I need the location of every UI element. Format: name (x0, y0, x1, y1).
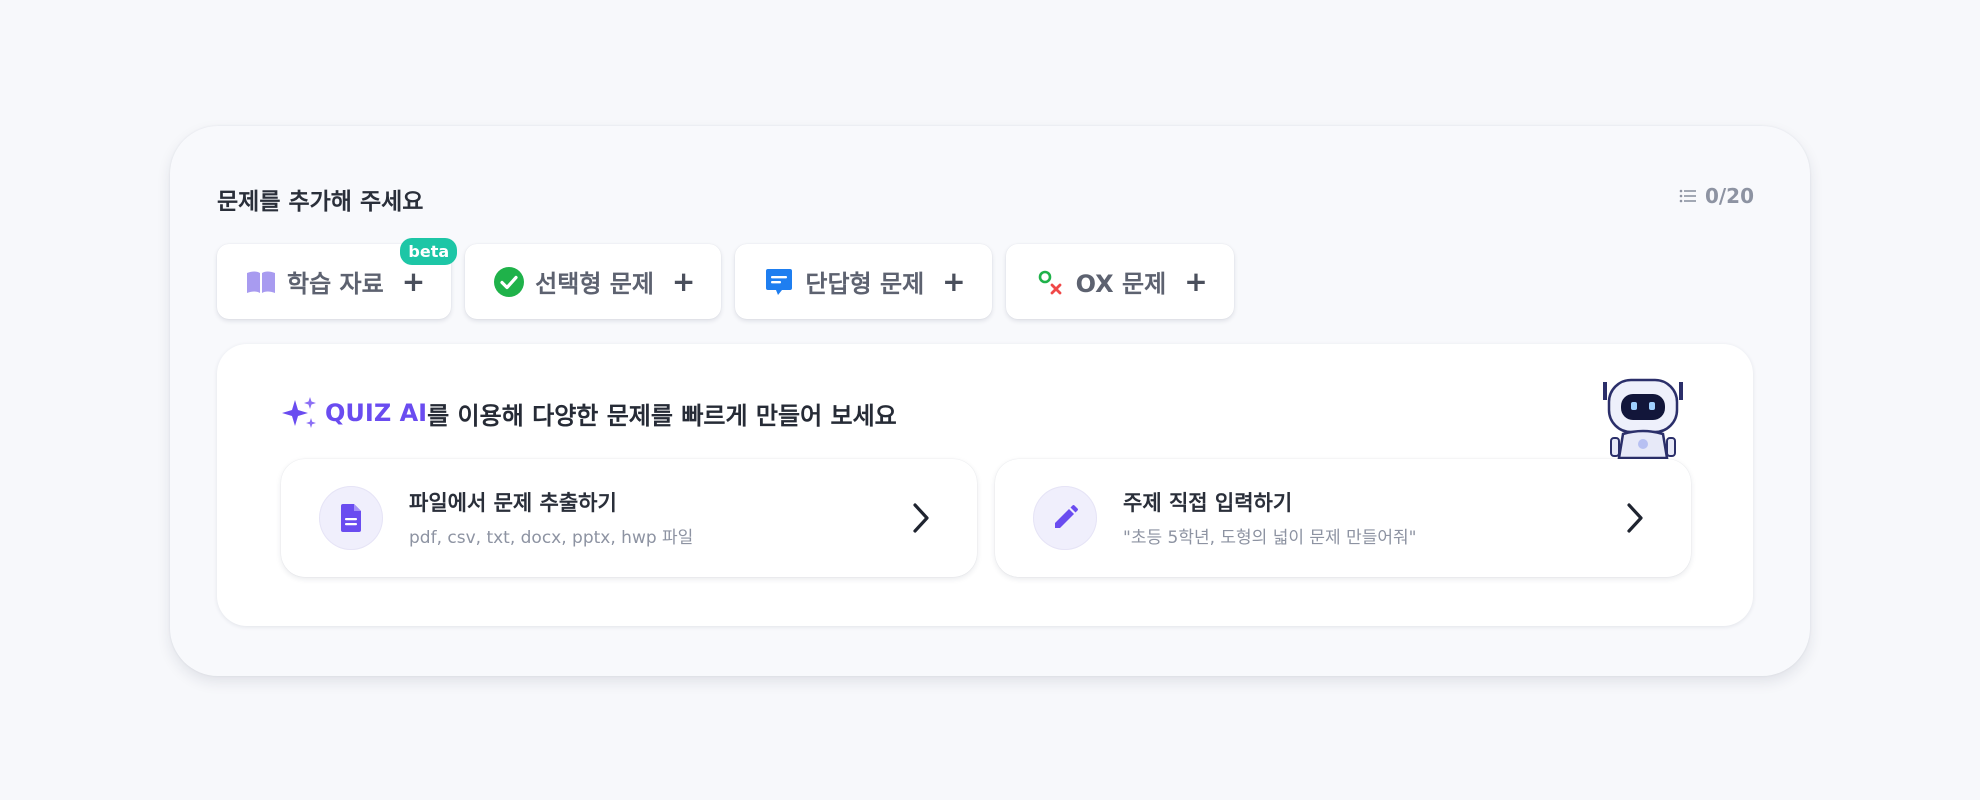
ox-question-label: OX 문제 (1075, 270, 1167, 298)
topic-option-title: 주제 직접 입력하기 (1123, 491, 1293, 515)
plus-icon: + (942, 265, 966, 298)
extract-option-description: pdf, csv, txt, docx, pptx, hwp 파일 (409, 528, 694, 548)
question-type-bar: 학습 자료 + beta 선택형 문제 + 단답형 문제 + OX 문제 + (217, 238, 1234, 319)
beta-badge: beta (400, 238, 458, 265)
enter-topic-option[interactable]: 주제 직접 입력하기 "초등 5학년, 도형의 넓이 문제 만들어줘" (995, 459, 1691, 577)
question-counter: 0/20 (1679, 184, 1754, 208)
add-study-material-button[interactable]: 학습 자료 + beta (217, 238, 458, 319)
quiz-ai-panel: QUIZ AI 를 이용해 다양한 문제를 빠르게 만들어 보세요 파일에서 문… (217, 344, 1753, 626)
check-circle-icon (493, 266, 525, 298)
list-icon (1679, 189, 1696, 203)
add-ox-question-button[interactable]: OX 문제 + (1005, 244, 1234, 319)
pencil-icon (1033, 486, 1097, 550)
extract-from-file-option[interactable]: 파일에서 문제 추출하기 pdf, csv, txt, docx, pptx, … (281, 459, 977, 577)
chevron-right-icon (913, 503, 929, 533)
quiz-ai-brand: QUIZ AI (325, 399, 428, 427)
topic-option-description: "초등 5학년, 도형의 넓이 문제 만들어줘" (1123, 528, 1417, 548)
short-answer-label: 단답형 문제 (805, 270, 925, 298)
extract-option-title: 파일에서 문제 추출하기 (409, 491, 617, 515)
ai-headline: QUIZ AI 를 이용해 다양한 문제를 빠르게 만들어 보세요 (281, 394, 897, 432)
add-short-answer-button[interactable]: 단답형 문제 + (735, 244, 992, 319)
add-multiple-choice-button[interactable]: 선택형 문제 + (465, 244, 722, 319)
study-material-label: 학습 자료 (287, 270, 384, 298)
document-icon (319, 486, 383, 550)
page-title: 문제를 추가해 주세요 (217, 189, 424, 215)
sparkle-icon (282, 397, 316, 428)
chevron-right-icon (1627, 503, 1643, 533)
robot-mascot-icon (1603, 378, 1683, 460)
book-icon (245, 266, 277, 298)
multiple-choice-label: 선택형 문제 (535, 270, 654, 298)
plus-icon: + (401, 265, 426, 298)
add-question-card: 문제를 추가해 주세요 0/20 학습 자료 + beta 선택형 문제 + 단… (170, 126, 1810, 676)
counter-value: 0/20 (1704, 184, 1754, 208)
chat-bubble-icon (763, 266, 795, 298)
ai-headline-text: 를 이용해 다양한 문제를 빠르게 만들어 보세요 (427, 401, 897, 430)
ox-icon (1034, 266, 1066, 298)
plus-icon: + (671, 265, 696, 298)
plus-icon: + (1184, 265, 1208, 298)
